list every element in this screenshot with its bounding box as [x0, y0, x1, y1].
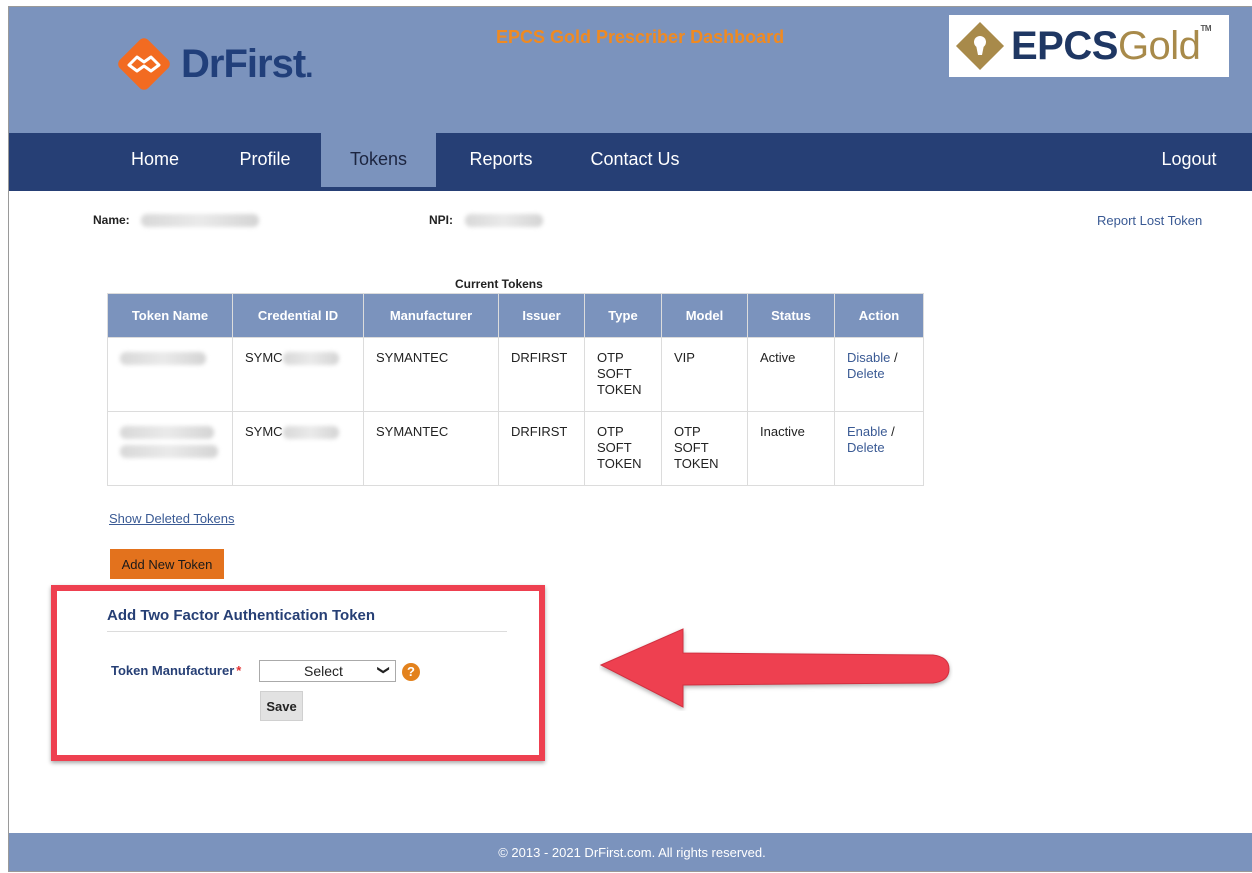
table-caption: Current Tokens [455, 277, 543, 291]
redacted-credential [282, 351, 339, 365]
model-line: OTP [674, 424, 701, 439]
redacted-token-name [120, 426, 214, 439]
type-line: TOKEN [597, 456, 642, 471]
footer: © 2013 - 2021 DrFirst.com. All rights re… [9, 833, 1252, 871]
form-divider [107, 631, 507, 632]
issuer-cell: DRFIRST [498, 411, 585, 486]
delete-token-link[interactable]: Delete [847, 440, 885, 455]
token-manufacturer-label: Token Manufacturer * [111, 663, 242, 678]
action-cell: Disable / Delete [834, 337, 924, 412]
redacted-name [141, 214, 259, 227]
token-name-cell [107, 337, 233, 412]
handshake-diamond-icon [118, 38, 170, 90]
model-cell: OTP SOFT TOKEN [661, 411, 748, 486]
column-header: Credential ID [232, 293, 364, 338]
delete-token-link[interactable]: Delete [847, 366, 885, 381]
column-header: Status [747, 293, 835, 338]
table-row: SYMC SYMANTEC DRFIRST OTP SOFT TOKEN OTP… [107, 411, 924, 486]
column-header: Issuer [498, 293, 585, 338]
show-deleted-tokens-link[interactable]: Show Deleted Tokens [109, 511, 235, 526]
credential-id-cell: SYMC [232, 337, 364, 412]
disable-token-link[interactable]: Disable [847, 350, 890, 365]
manufacturer-cell: SYMANTEC [363, 337, 499, 412]
type-line: TOKEN [597, 382, 642, 397]
add-new-token-button[interactable]: Add New Token [110, 549, 224, 579]
column-header: Token Name [107, 293, 233, 338]
token-name-cell [107, 411, 233, 486]
save-button[interactable]: Save [260, 691, 303, 721]
epcs-wordmark: EPCSGoldTM [1011, 23, 1211, 68]
model-line: SOFT [674, 440, 709, 455]
nav-logout[interactable]: Logout [1149, 133, 1229, 191]
nav-profile[interactable]: Profile [223, 133, 307, 191]
add-token-form-title: Add Two Factor Authentication Token [107, 607, 376, 624]
column-header: Action [834, 293, 924, 338]
credential-prefix: SYMC [245, 350, 283, 365]
redacted-token-name [120, 445, 218, 458]
type-cell: OTP SOFT TOKEN [584, 337, 662, 412]
model-cell: VIP [661, 337, 748, 412]
page-frame: DrFirst. EPCS Gold Prescriber Dashboard … [8, 6, 1252, 872]
keyhole-diamond-icon [955, 21, 1005, 71]
help-icon[interactable]: ? [402, 663, 420, 681]
redacted-credential [282, 425, 339, 439]
model-line: VIP [674, 350, 695, 365]
arrow-annotation-icon [599, 628, 950, 708]
action-separator: / [890, 350, 898, 365]
type-line: OTP [597, 424, 624, 439]
name-label: Name: [93, 213, 130, 227]
column-header: Manufacturer [363, 293, 499, 338]
type-line: SOFT [597, 440, 632, 455]
dashboard-title: EPCS Gold Prescriber Dashboard [496, 27, 785, 47]
drfirst-logo[interactable]: DrFirst. [115, 35, 314, 93]
status-cell: Inactive [747, 411, 835, 486]
manufacturer-cell: SYMANTEC [363, 411, 499, 486]
model-line: TOKEN [674, 456, 719, 471]
header: DrFirst. EPCS Gold Prescriber Dashboard … [9, 7, 1252, 133]
table-row: SYMC SYMANTEC DRFIRST OTP SOFT TOKEN VIP… [107, 337, 924, 412]
npi-label: NPI: [429, 213, 453, 227]
column-header: Model [661, 293, 748, 338]
tokens-table: Token Name Credential ID Manufacturer Is… [107, 293, 924, 486]
enable-token-link[interactable]: Enable [847, 424, 887, 439]
status-cell: Active [747, 337, 835, 412]
issuer-cell: DRFIRST [498, 337, 585, 412]
nav-contact-us[interactable]: Contact Us [579, 133, 691, 191]
redacted-token-name [120, 352, 206, 365]
brand-name: DrFirst. [181, 41, 314, 86]
required-marker: * [236, 663, 242, 678]
redacted-npi [465, 214, 543, 227]
select-value: Select [304, 663, 343, 679]
type-line: OTP [597, 350, 624, 365]
main-nav: Home Profile Tokens Reports Contact Us L… [9, 133, 1252, 191]
type-line: SOFT [597, 366, 632, 381]
action-separator: / [887, 424, 895, 439]
credential-id-cell: SYMC [232, 411, 364, 486]
table-header-row: Token Name Credential ID Manufacturer Is… [107, 293, 924, 338]
token-manufacturer-select[interactable]: Select ❯ [259, 660, 396, 682]
nav-tokens[interactable]: Tokens [321, 133, 436, 187]
type-cell: OTP SOFT TOKEN [584, 411, 662, 486]
nav-reports[interactable]: Reports [457, 133, 545, 191]
report-lost-token-link[interactable]: Report Lost Token [1097, 213, 1202, 228]
credential-prefix: SYMC [245, 424, 283, 439]
column-header: Type [584, 293, 662, 338]
action-cell: Enable / Delete [834, 411, 924, 486]
epcs-gold-logo: EPCSGoldTM [949, 15, 1229, 77]
chevron-down-icon: ❯ [376, 664, 391, 676]
nav-home[interactable]: Home [115, 133, 195, 191]
